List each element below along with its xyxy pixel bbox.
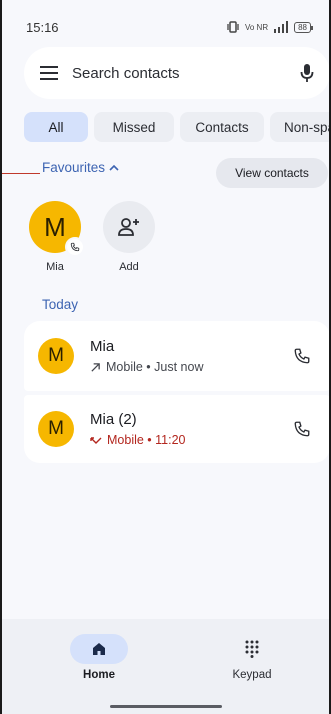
signal-icon	[274, 21, 289, 33]
annotation-line	[2, 173, 40, 174]
call-badge	[65, 237, 85, 257]
chip-contacts[interactable]: Contacts	[180, 112, 264, 142]
avatar: M	[38, 411, 74, 447]
favourites-title: Favourites	[42, 160, 106, 175]
battery-indicator: 88	[294, 21, 313, 33]
chevron-up-icon	[109, 164, 119, 171]
status-time: 15:16	[26, 19, 59, 35]
nav-home-indicator	[70, 634, 128, 664]
call-info: Mia Mobile • Just now	[90, 338, 284, 374]
favourite-name: Mia	[46, 261, 64, 273]
add-person-icon	[118, 218, 139, 236]
phone-icon	[294, 421, 310, 437]
chip-non-spam[interactable]: Non-spa	[270, 112, 329, 142]
call-detail: Mobile • 11:20	[90, 433, 284, 447]
phone-icon	[70, 242, 80, 252]
outgoing-call-icon	[91, 362, 100, 372]
call-detail-text: Mobile • 11:20	[107, 433, 186, 447]
filter-chips: All Missed Contacts Non-spa	[24, 112, 329, 142]
vibrate-icon	[227, 21, 239, 33]
add-favourite-button[interactable]	[103, 201, 155, 253]
avatar: M	[38, 338, 74, 374]
caller-name: Mia	[90, 338, 115, 355]
phone-app: 15:16 Vo NR 88 All	[0, 0, 331, 714]
call-detail-text: Mobile • Just now	[106, 360, 204, 374]
nav-keypad-label: Keypad	[232, 669, 272, 681]
favourites-header[interactable]: Favourites	[42, 160, 119, 175]
dialpad-icon	[245, 640, 259, 658]
call-history-list: M Mia Mobile • Just now M Mia (2) Mobile…	[24, 321, 329, 463]
call-button[interactable]	[284, 338, 320, 374]
menu-icon[interactable]	[40, 66, 58, 80]
section-today: Today	[42, 297, 79, 312]
status-icons: Vo NR 88	[226, 20, 313, 34]
bottom-navigation: Home Keypad	[2, 619, 329, 714]
chip-missed[interactable]: Missed	[94, 112, 174, 142]
call-info: Mia (2) Mobile • 11:20	[90, 411, 284, 447]
add-label: Add	[119, 261, 139, 273]
nav-home[interactable]: Home	[49, 634, 149, 681]
nav-keypad[interactable]: Keypad	[202, 634, 302, 681]
mic-icon[interactable]	[300, 63, 314, 83]
caller-name: Mia (2)	[90, 411, 137, 428]
search-bar[interactable]	[24, 47, 329, 99]
nav-keypad-indicator	[223, 634, 281, 664]
phone-icon	[294, 348, 310, 364]
network-label: Vo NR	[244, 22, 269, 32]
avatar-initial: M	[44, 211, 66, 242]
favourite-avatar-mia[interactable]: M	[29, 201, 85, 257]
home-icon	[93, 643, 105, 655]
call-row[interactable]: M Mia (2) Mobile • 11:20	[24, 395, 329, 463]
gesture-bar[interactable]	[109, 705, 222, 708]
search-input[interactable]	[72, 64, 300, 82]
call-row[interactable]: M Mia Mobile • Just now	[24, 321, 329, 391]
call-button[interactable]	[284, 411, 320, 447]
nav-home-label: Home	[83, 669, 115, 681]
call-detail: Mobile • Just now	[90, 360, 284, 374]
chip-all[interactable]: All	[24, 112, 88, 142]
missed-call-icon	[90, 436, 102, 444]
status-bar: 15:16 Vo NR 88	[2, 16, 329, 38]
view-contacts-button[interactable]: View contacts	[216, 158, 328, 188]
